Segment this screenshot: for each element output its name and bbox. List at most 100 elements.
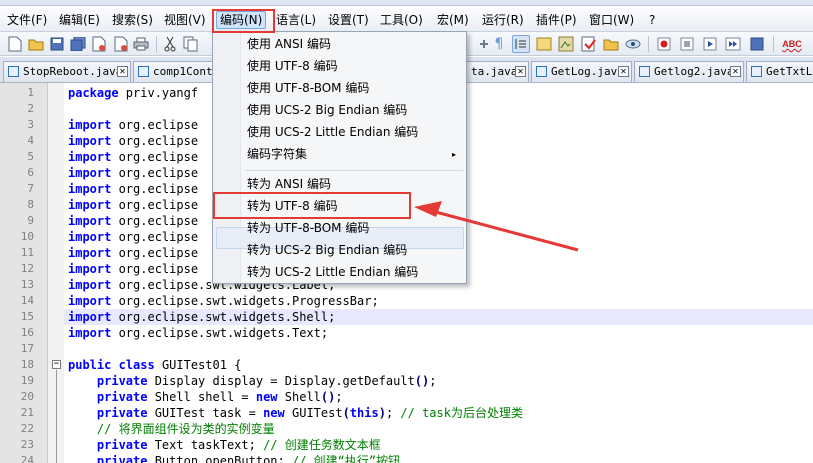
code-token: priv.yangf	[118, 86, 199, 100]
stop-macro-icon[interactable]	[678, 35, 696, 53]
code-token: import	[68, 118, 112, 132]
line-number: 21	[20, 406, 34, 419]
line-number: 6	[27, 166, 34, 179]
line-number: 10	[20, 230, 34, 243]
tab-label: Getlog2.java	[654, 65, 734, 78]
menu-convert-utf8-bom[interactable]: 转为 UTF-8-BOM 编码	[247, 217, 369, 239]
code-token: GUITest01 {	[154, 358, 242, 372]
line-number: 13	[20, 278, 34, 291]
record-macro-icon[interactable]	[655, 35, 673, 53]
paragraph-icon[interactable]: ¶	[490, 35, 508, 53]
menu-charset[interactable]: 编码字符集	[247, 143, 457, 165]
code-token: Button openButton;	[147, 454, 292, 463]
menu-use-ucs2-be[interactable]: 使用 UCS-2 Big Endian 编码	[247, 99, 407, 121]
save-icon[interactable]	[48, 35, 66, 53]
code-token: new	[263, 406, 285, 420]
code-line: private Display display = Display.getDef…	[68, 373, 437, 389]
tab-comp1conte[interactable]: comp1Conte	[133, 61, 213, 82]
menu-plugins[interactable]: 插件(P)	[533, 11, 580, 29]
wrap-icon[interactable]	[535, 35, 553, 53]
doc-map-icon[interactable]	[557, 35, 575, 53]
line-number: 9	[27, 214, 34, 227]
code-token: class	[118, 358, 155, 372]
encoding-menu: 使用 ANSI 编码 使用 UTF-8 编码 使用 UTF-8-BOM 编码 使…	[212, 31, 467, 284]
tab-close-icon[interactable]	[117, 66, 128, 77]
save-all-icon[interactable]	[69, 35, 87, 53]
menu-language[interactable]: 语言(L)	[273, 11, 319, 29]
save-macro-icon[interactable]	[748, 35, 766, 53]
menu-tools[interactable]: 工具(O)	[377, 11, 426, 29]
line-number: 18	[20, 358, 34, 371]
menu-use-ansi[interactable]: 使用 ANSI 编码	[247, 33, 331, 55]
toolbar-separator	[156, 36, 157, 52]
folder-workspace-icon[interactable]	[602, 35, 620, 53]
play-macro-icon[interactable]	[701, 35, 719, 53]
code-line: import org.eclipse	[68, 245, 198, 261]
copy-icon[interactable]	[182, 35, 200, 53]
code-token: import	[68, 166, 112, 180]
code-line: import org.eclipse.swt.widgets.ProgressB…	[68, 293, 379, 309]
menu-use-utf8-bom[interactable]: 使用 UTF-8-BOM 编码	[247, 77, 369, 99]
code-token: import	[68, 214, 112, 228]
menu-edit[interactable]: 编辑(E)	[56, 11, 103, 29]
code-token: import	[68, 326, 112, 340]
menu-use-utf8[interactable]: 使用 UTF-8 编码	[247, 55, 338, 77]
menu-window[interactable]: 窗口(W)	[586, 11, 637, 29]
code-token: // task为后台处理类	[400, 406, 523, 420]
code-line: import org.eclipse	[68, 229, 198, 245]
code-token: )	[378, 406, 386, 420]
code-token: // 创建任务数文本框	[263, 438, 381, 452]
code-token: ;	[429, 374, 437, 388]
tab-data-java[interactable]: ta.java	[466, 61, 529, 82]
code-line: import org.eclipse	[68, 149, 198, 165]
code-token: GUITest	[284, 406, 343, 420]
open-file-icon[interactable]	[27, 35, 45, 53]
spell-check-label: ABC	[782, 39, 802, 49]
monitor-icon[interactable]	[624, 35, 642, 53]
menu-convert-ucs2-le[interactable]: 转为 UCS-2 Little Endian 编码	[247, 261, 418, 283]
menu-settings[interactable]: 设置(T)	[325, 11, 372, 29]
indent-guide-icon[interactable]	[512, 35, 530, 53]
tab-gettxtlog[interactable]: GetTxtLo	[746, 61, 813, 82]
print-icon[interactable]	[132, 35, 150, 53]
code-token: package	[68, 86, 119, 100]
menu-help[interactable]: ?	[646, 11, 658, 29]
menu-convert-ucs2-be[interactable]: 转为 UCS-2 Big Endian 编码	[247, 239, 407, 261]
close-file-icon[interactable]	[90, 35, 108, 53]
toolbar-separator	[648, 36, 649, 52]
new-file-icon[interactable]	[6, 35, 24, 53]
tab-getlog[interactable]: GetLog.java	[531, 61, 632, 82]
code-token: new	[255, 390, 278, 404]
tab-getlog2[interactable]: Getlog2.java	[634, 61, 744, 82]
function-list-icon[interactable]	[580, 35, 598, 53]
close-all-icon[interactable]	[111, 35, 129, 53]
submenu-arrow-icon: ▸	[451, 150, 456, 159]
code-token: import	[68, 198, 112, 212]
code-token: private	[96, 390, 148, 404]
menu-run[interactable]: 运行(R)	[479, 11, 527, 29]
menu-macro[interactable]: 宏(M)	[434, 11, 472, 29]
tab-close-icon[interactable]	[515, 66, 526, 77]
spell-check-icon[interactable]: ABC	[780, 35, 804, 53]
menu-file[interactable]: 文件(F)	[4, 11, 50, 29]
fold-collapse-icon[interactable]: −	[52, 360, 61, 369]
run-macro-multiple-icon[interactable]	[724, 35, 742, 53]
code-token: ;	[385, 406, 401, 420]
menu-view[interactable]: 视图(V)	[161, 11, 209, 29]
menu-search[interactable]: 搜索(S)	[109, 11, 156, 29]
cut-icon[interactable]	[161, 35, 179, 53]
line-number: 22	[20, 422, 34, 435]
tab-close-icon[interactable]	[618, 66, 629, 77]
java-file-icon	[639, 66, 650, 77]
java-file-icon	[138, 66, 149, 77]
tab-stopreboot[interactable]: StopReboot.java	[3, 61, 131, 82]
menu-use-ucs2-le[interactable]: 使用 UCS-2 Little Endian 编码	[247, 121, 418, 143]
code-token: Shell shell =	[147, 390, 256, 404]
tab-close-icon[interactable]	[730, 66, 741, 77]
line-number: 7	[27, 182, 34, 195]
